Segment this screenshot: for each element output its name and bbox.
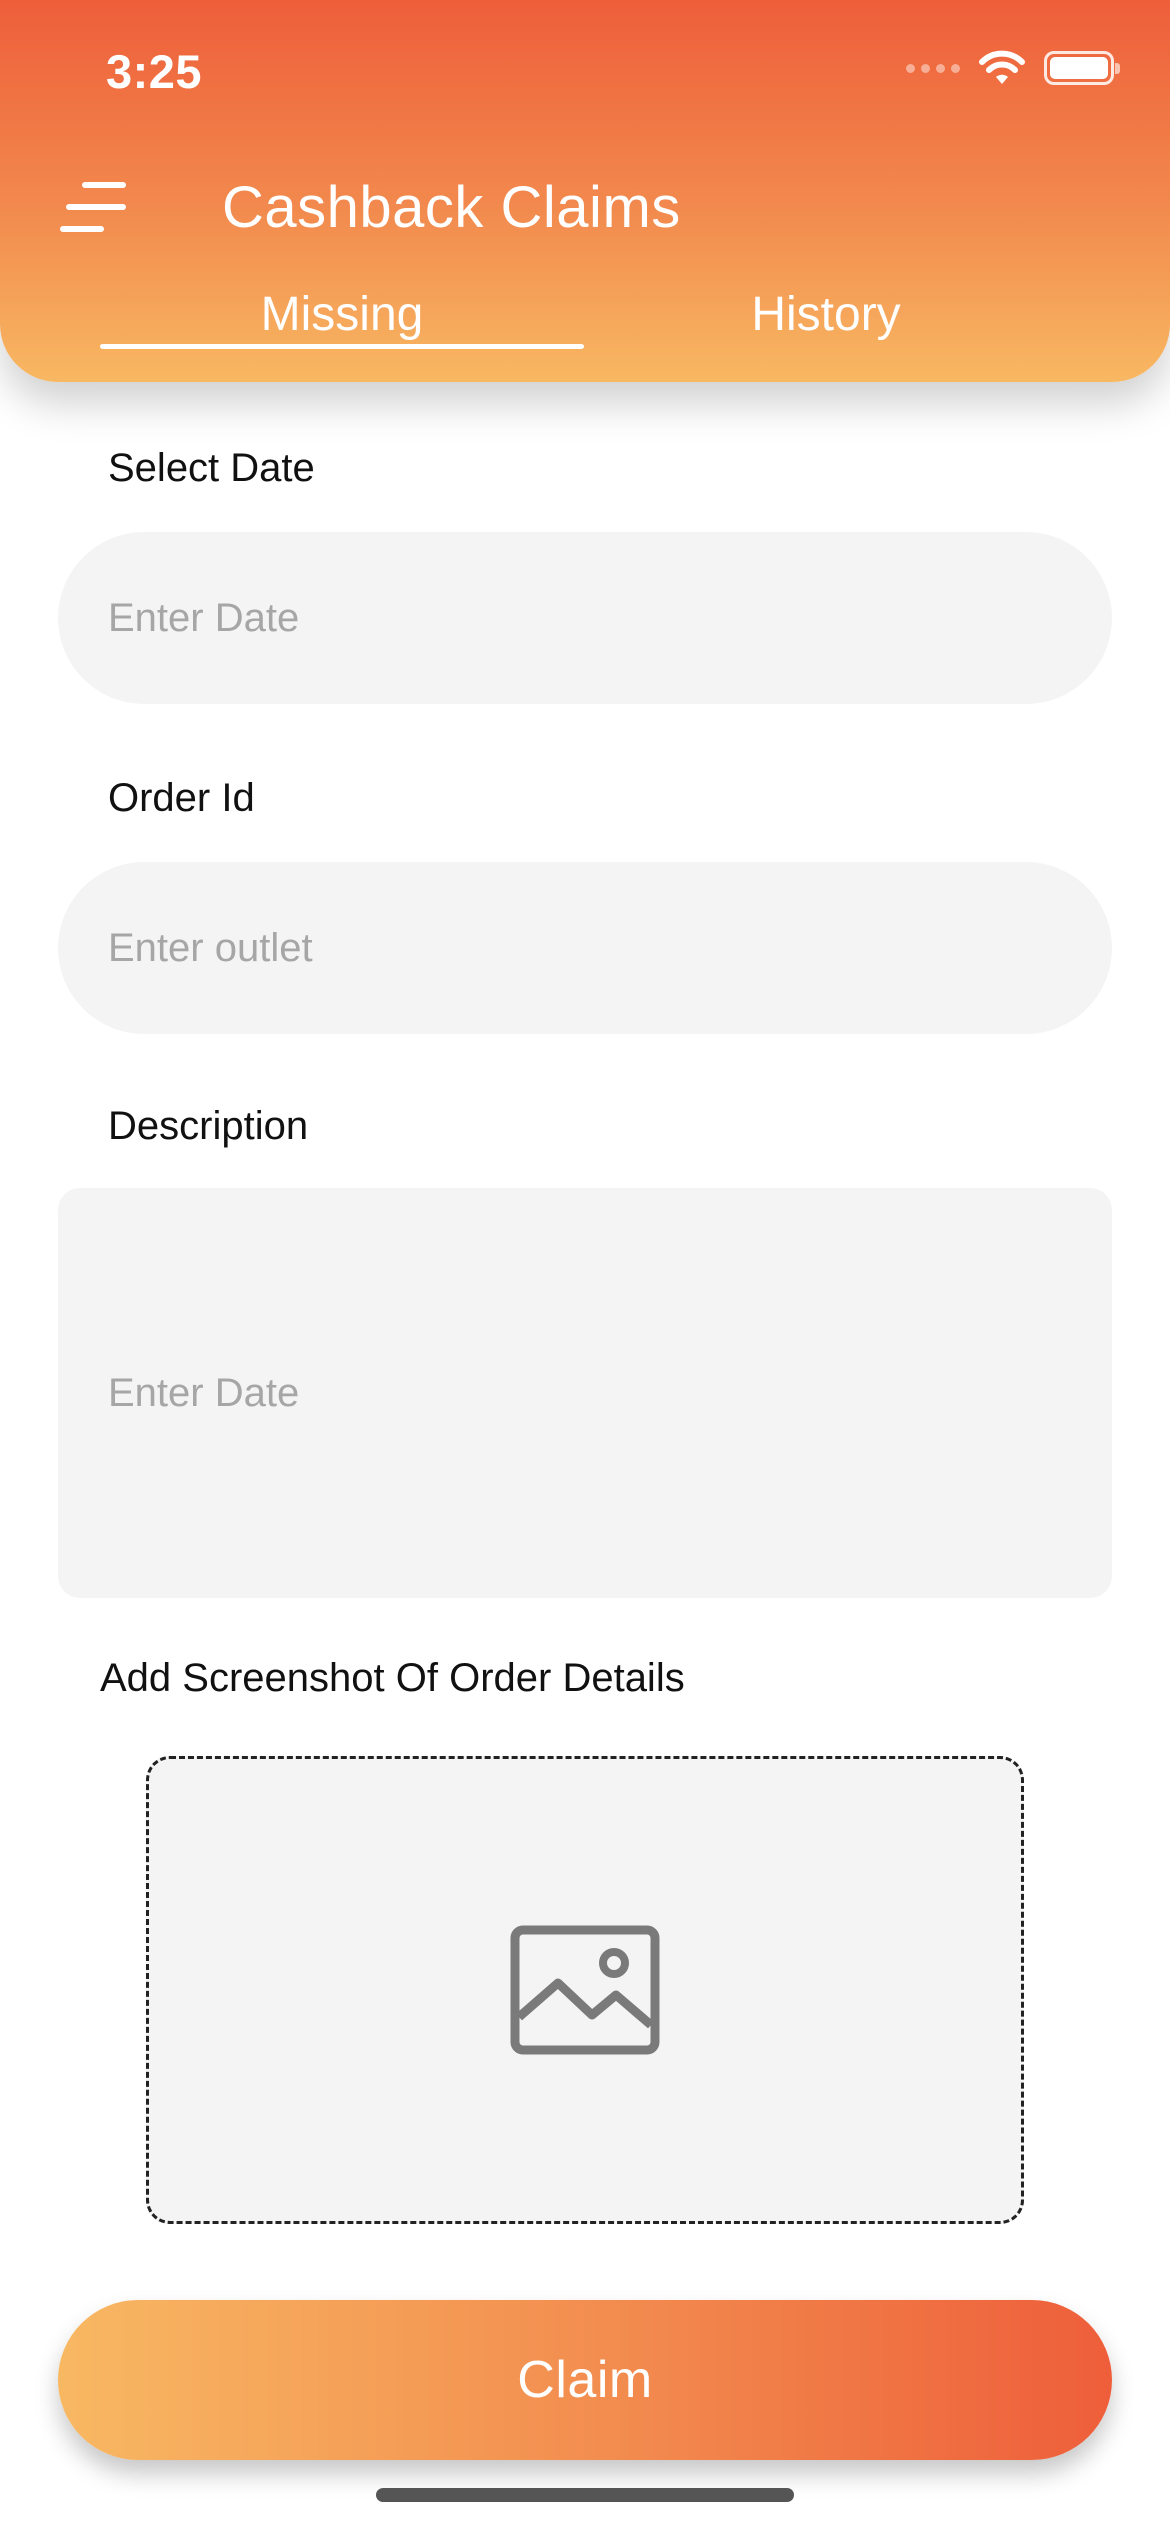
tab-missing[interactable]: Missing xyxy=(100,280,584,350)
screenshot-label: Add Screenshot Of Order Details xyxy=(100,1656,685,1700)
screenshot-upload-area[interactable] xyxy=(146,1756,1024,2224)
date-input[interactable]: Enter Date xyxy=(58,532,1112,704)
status-time: 3:25 xyxy=(106,45,203,98)
cellular-signal-icon xyxy=(906,63,960,73)
tab-history[interactable]: History xyxy=(584,280,1068,350)
battery-icon xyxy=(1044,51,1120,85)
image-icon xyxy=(510,1925,660,2055)
wifi-icon xyxy=(978,50,1026,86)
page-title: Cashback Claims xyxy=(222,175,681,240)
description-textarea[interactable]: Enter Date xyxy=(58,1188,1112,1598)
order-id-label: Order Id xyxy=(108,776,255,820)
description-label: Description xyxy=(108,1104,309,1148)
home-indicator xyxy=(376,2488,794,2502)
status-icons xyxy=(906,50,1120,86)
order-id-input[interactable]: Enter outlet xyxy=(58,862,1112,1034)
date-label: Select Date xyxy=(108,446,315,490)
app-header: 3:25 Cashback Claims Missing History xyxy=(0,0,1170,382)
tab-bar: Missing History xyxy=(100,280,1060,350)
active-tab-indicator xyxy=(100,344,584,349)
cashback-claims-screen: 3:25 Cashback Claims Missing History Sel… xyxy=(0,0,1170,2532)
claim-button[interactable]: Claim xyxy=(58,2300,1112,2460)
menu-icon[interactable] xyxy=(60,178,128,238)
